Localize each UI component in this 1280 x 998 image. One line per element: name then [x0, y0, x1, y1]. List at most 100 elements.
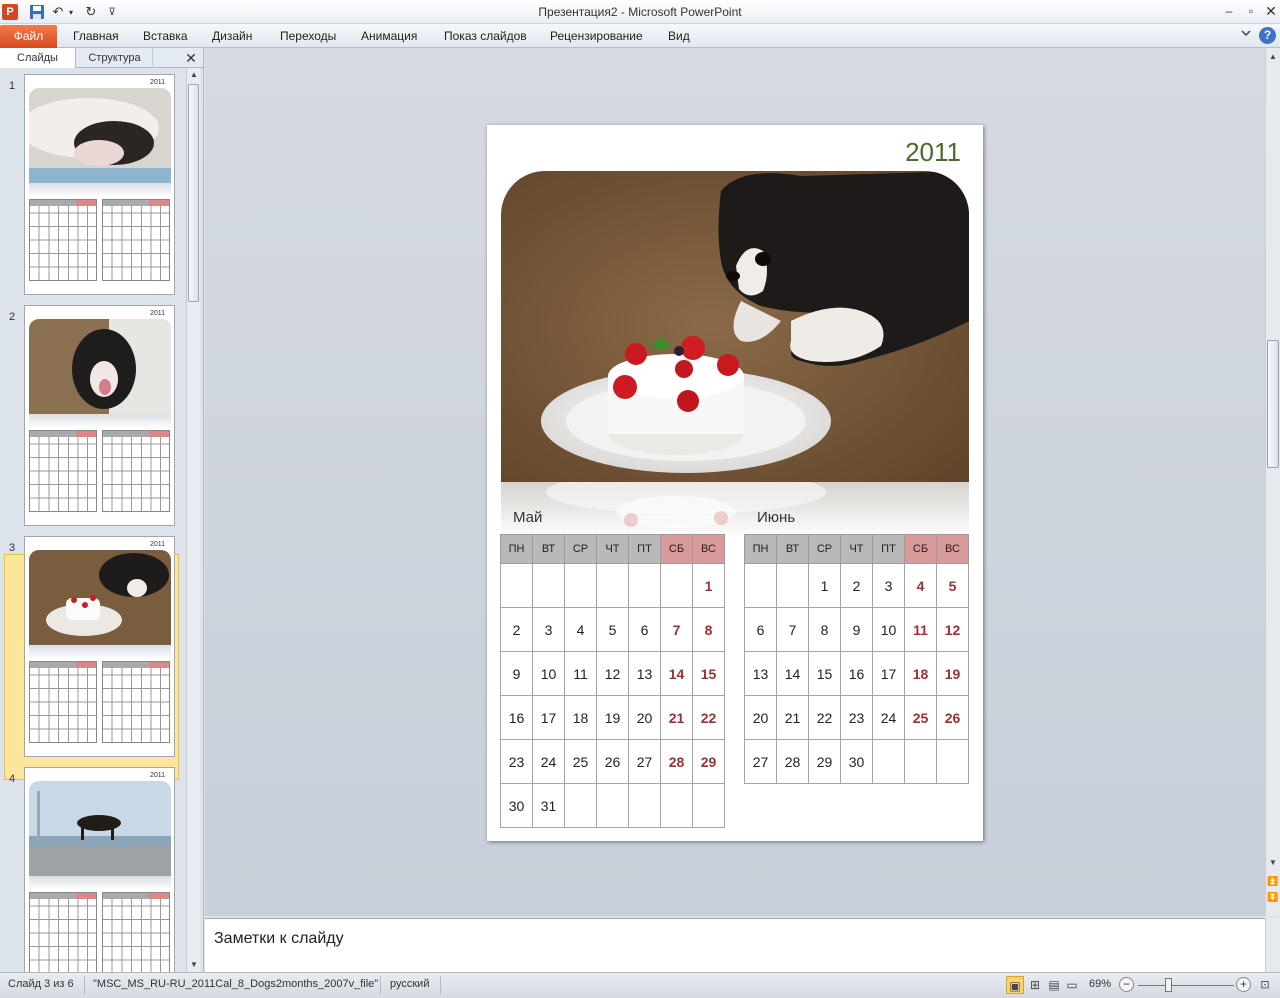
next-slide-icon[interactable]: ⏬ [1266, 890, 1280, 904]
calendar-day-cell[interactable]: 7 [776, 607, 809, 652]
notes-scrollbar[interactable] [1265, 918, 1280, 972]
calendar-day-cell[interactable]: 30 [500, 783, 533, 828]
tab-slideshow[interactable]: Показ слайдов [444, 29, 527, 43]
calendar-day-cell[interactable]: 2 [840, 563, 873, 608]
calendar-day-cell[interactable]: 24 [872, 695, 905, 740]
calendar-day-cell[interactable]: 29 [692, 739, 725, 784]
tab-transitions[interactable]: Переходы [280, 29, 336, 43]
dog-cake-photo[interactable] [501, 171, 969, 482]
calendar-day-cell[interactable]: 19 [596, 695, 629, 740]
zoom-level[interactable]: 69% [1089, 978, 1111, 990]
slideshow-icon[interactable]: ▭ [1063, 976, 1081, 994]
calendar-empty-cell[interactable] [628, 783, 661, 828]
previous-slide-icon[interactable]: ⏫ [1266, 874, 1280, 888]
calendar-day-cell[interactable]: 3 [872, 563, 905, 608]
calendar-day-cell[interactable]: 27 [628, 739, 661, 784]
fit-to-window-icon[interactable]: ⊡ [1257, 977, 1273, 993]
calendar-day-cell[interactable]: 8 [692, 607, 725, 652]
calendar-day-cell[interactable]: 20 [744, 695, 777, 740]
zoom-slider-track[interactable] [1138, 985, 1234, 986]
calendar-day-cell[interactable]: 22 [808, 695, 841, 740]
calendar-day-cell[interactable]: 6 [628, 607, 661, 652]
calendar-day-cell[interactable]: 6 [744, 607, 777, 652]
minimize-button[interactable]: – [1218, 2, 1240, 20]
calendar-empty-cell[interactable] [660, 563, 693, 608]
calendar-day-cell[interactable]: 16 [500, 695, 533, 740]
calendar-day-cell[interactable]: 12 [596, 651, 629, 696]
tab-file[interactable]: Файл [0, 25, 57, 48]
calendar-day-cell[interactable]: 16 [840, 651, 873, 696]
help-icon[interactable]: ? [1259, 27, 1276, 44]
notes-pane[interactable]: Заметки к слайду [205, 918, 1265, 972]
calendar-day-cell[interactable]: 23 [500, 739, 533, 784]
tab-review[interactable]: Рецензирование [550, 29, 643, 43]
calendar-day-cell[interactable]: 10 [872, 607, 905, 652]
calendar-day-cell[interactable]: 26 [596, 739, 629, 784]
calendar-empty-cell[interactable] [904, 739, 937, 784]
calendar-day-cell[interactable]: 13 [628, 651, 661, 696]
calendar-day-cell[interactable]: 1 [808, 563, 841, 608]
calendar-day-cell[interactable]: 13 [744, 651, 777, 696]
calendar-day-cell[interactable]: 5 [936, 563, 969, 608]
slide-sorter-icon[interactable]: ⊞ [1026, 976, 1044, 994]
calendar-may[interactable]: ПН ВТ СР ЧТ ПТ СБ ВС 1 2 3 4 5 6 7 8 9 10 11 12 13 14 15 16 17… [500, 534, 725, 828]
editor-scrollbar[interactable]: ▲ ▼ ⏫ ⏬ [1265, 48, 1280, 916]
slide-thumbnail-2[interactable]: 2011 [24, 305, 175, 526]
tab-insert[interactable]: Вставка [143, 29, 188, 43]
calendar-day-cell[interactable]: 22 [692, 695, 725, 740]
calendar-day-cell[interactable]: 17 [872, 651, 905, 696]
tab-home[interactable]: Главная [73, 29, 119, 43]
calendar-day-cell[interactable]: 7 [660, 607, 693, 652]
calendar-empty-cell[interactable] [596, 563, 629, 608]
calendar-day-cell[interactable]: 24 [532, 739, 565, 784]
current-slide[interactable]: 2011 Май Июнь ПН ВТ СР ЧТ ПТ СБ ВС 1 2 3… [487, 125, 983, 841]
slide-thumbnail-4[interactable]: 2011 [24, 767, 175, 972]
calendar-day-cell[interactable]: 4 [564, 607, 597, 652]
calendar-empty-cell[interactable] [596, 783, 629, 828]
calendar-day-cell[interactable]: 23 [840, 695, 873, 740]
month-name-june[interactable]: Июнь [757, 509, 795, 526]
calendar-day-cell[interactable]: 27 [744, 739, 777, 784]
theme-name[interactable]: "MSC_MS_RU-RU_2011Cal_8_Dogs2months_2007… [93, 978, 378, 990]
calendar-day-cell[interactable]: 4 [904, 563, 937, 608]
slide-thumbnail-3[interactable]: 2011 [24, 536, 175, 757]
calendar-day-cell[interactable]: 21 [660, 695, 693, 740]
calendar-day-cell[interactable]: 2 [500, 607, 533, 652]
calendar-june[interactable]: ПН ВТ СР ЧТ ПТ СБ ВС 1 2 3 4 5 6 7 8 9 10 11 12 13 14 15 16 17… [744, 534, 969, 784]
normal-view-icon[interactable]: ▣ [1006, 976, 1024, 994]
calendar-empty-cell[interactable] [744, 563, 777, 608]
zoom-in-icon[interactable]: + [1236, 977, 1251, 992]
calendar-empty-cell[interactable] [564, 563, 597, 608]
calendar-day-cell[interactable]: 15 [808, 651, 841, 696]
calendar-empty-cell[interactable] [564, 783, 597, 828]
calendar-day-cell[interactable]: 25 [904, 695, 937, 740]
calendar-day-cell[interactable]: 25 [564, 739, 597, 784]
close-panel-icon[interactable]: ✕ [184, 48, 198, 68]
calendar-day-cell[interactable]: 19 [936, 651, 969, 696]
calendar-day-cell[interactable]: 20 [628, 695, 661, 740]
calendar-day-cell[interactable]: 28 [660, 739, 693, 784]
calendar-day-cell[interactable]: 15 [692, 651, 725, 696]
calendar-day-cell[interactable]: 26 [936, 695, 969, 740]
calendar-day-cell[interactable]: 21 [776, 695, 809, 740]
slide-thumbnail-1[interactable]: 2011 [24, 74, 175, 295]
zoom-out-icon[interactable]: − [1119, 977, 1134, 992]
calendar-day-cell[interactable]: 18 [904, 651, 937, 696]
calendar-day-cell[interactable]: 3 [532, 607, 565, 652]
scroll-up-icon[interactable]: ▲ [1266, 50, 1280, 64]
calendar-day-cell[interactable]: 9 [840, 607, 873, 652]
language-indicator[interactable]: русский [390, 978, 429, 990]
scrollbar-thumb[interactable] [188, 84, 199, 302]
notes-placeholder[interactable]: Заметки к слайду [214, 930, 344, 948]
calendar-day-cell[interactable]: 11 [904, 607, 937, 652]
zoom-slider-thumb[interactable] [1165, 978, 1172, 992]
calendar-empty-cell[interactable] [776, 563, 809, 608]
calendar-empty-cell[interactable] [936, 739, 969, 784]
reading-view-icon[interactable]: ▤ [1045, 976, 1063, 994]
maximize-button[interactable]: ▫ [1240, 2, 1262, 20]
calendar-day-cell[interactable]: 12 [936, 607, 969, 652]
tab-outline[interactable]: Структура [77, 48, 153, 68]
calendar-empty-cell[interactable] [500, 563, 533, 608]
calendar-day-cell[interactable]: 1 [692, 563, 725, 608]
tab-animations[interactable]: Анимация [361, 29, 417, 43]
